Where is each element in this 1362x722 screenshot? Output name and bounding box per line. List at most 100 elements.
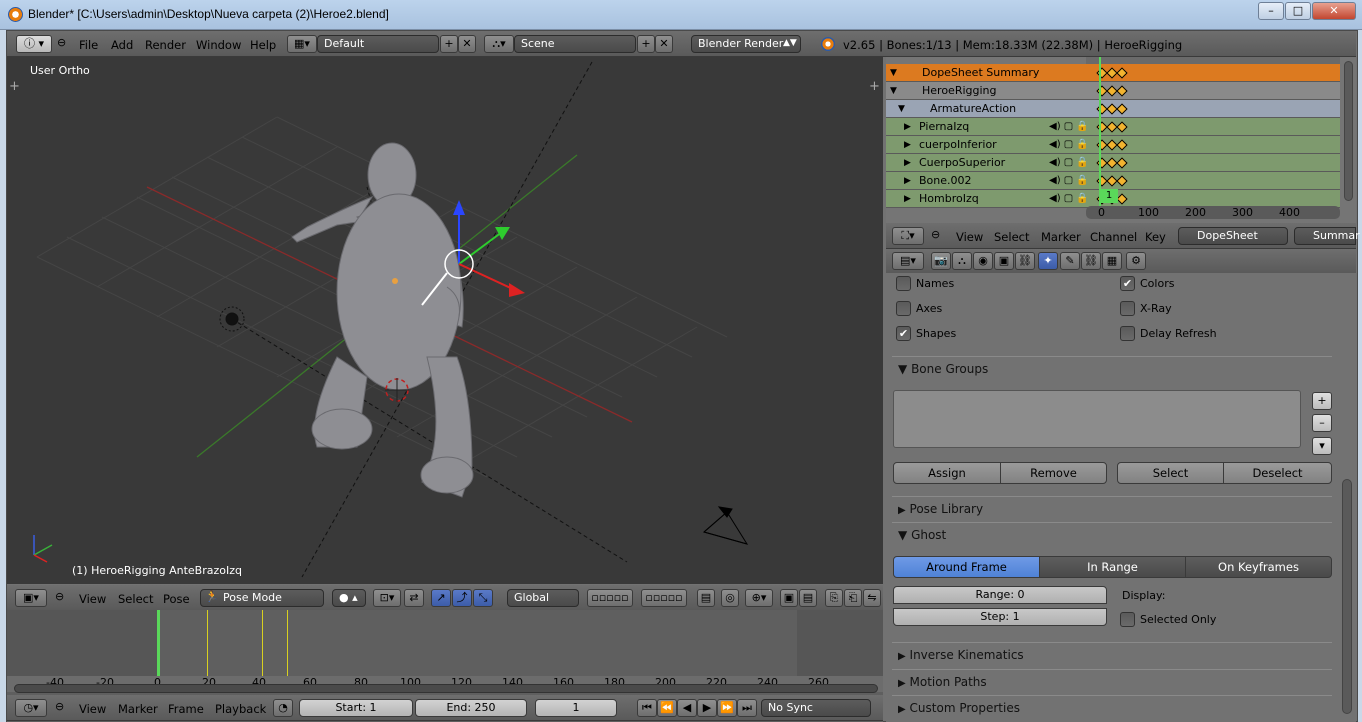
- dopesheet-editor[interactable]: ▼ DopeSheet Summary ▼ HeroeRigging ▼ Armature…: [886, 57, 1356, 223]
- select-button[interactable]: Select: [1117, 462, 1224, 484]
- menu-frame[interactable]: Frame: [168, 702, 204, 716]
- remove-bone-group-icon[interactable]: –: [1312, 414, 1332, 432]
- scene-field[interactable]: Scene: [514, 35, 636, 53]
- render-icon[interactable]: ▣: [780, 589, 798, 607]
- object-tab-icon[interactable]: ▣: [994, 252, 1014, 270]
- rotate-manipulator-icon[interactable]: ⤴: [452, 589, 472, 607]
- layout-add-icon[interactable]: +: [440, 35, 458, 53]
- armature-tab-icon[interactable]: ✦: [1038, 252, 1058, 270]
- sync-select[interactable]: No Sync: [761, 699, 871, 717]
- prev-keyframe-icon[interactable]: ⏪: [657, 699, 677, 717]
- menu-marker[interactable]: Marker: [118, 702, 158, 716]
- bone-constraints-tab-icon[interactable]: ⛓: [1081, 252, 1101, 270]
- selected-only-checkbox[interactable]: [1120, 612, 1135, 627]
- menu-key[interactable]: Key: [1145, 230, 1166, 244]
- menu-add[interactable]: Add: [111, 38, 133, 52]
- jump-start-icon[interactable]: ⏮: [637, 699, 657, 717]
- channel-row[interactable]: ▶ Bone.002 ◀) ▢ 🔒: [886, 172, 1340, 190]
- tool-shelf-expand-icon[interactable]: +: [9, 79, 20, 94]
- menu-marker[interactable]: Marker: [1041, 230, 1081, 244]
- end-frame-field[interactable]: End: 250: [415, 699, 527, 717]
- manipulator-toggle-icon[interactable]: ⇄: [404, 589, 424, 607]
- maximize-button[interactable]: □: [1285, 2, 1311, 20]
- mute-lock-icon[interactable]: ◀) ▢ 🔒: [1049, 118, 1089, 136]
- ghost-in-range-tab[interactable]: In Range: [1039, 556, 1186, 578]
- scene-remove-icon[interactable]: ✕: [655, 35, 673, 53]
- bone-groups-panel-header[interactable]: ▼ Bone Groups: [892, 356, 1332, 380]
- pose-library-panel-header[interactable]: ▶ Pose Library: [892, 496, 1332, 520]
- mute-lock-icon[interactable]: ◀) ▢ 🔒: [1049, 154, 1089, 172]
- close-button[interactable]: ✕: [1312, 2, 1356, 20]
- properties-scrollbar[interactable]: [1342, 479, 1352, 714]
- preview-range-icon[interactable]: ◔: [273, 699, 293, 717]
- keyframe-diamond[interactable]: [1116, 193, 1128, 205]
- menu-channel[interactable]: Channel: [1090, 230, 1137, 244]
- summary-toggle[interactable]: Summar: [1294, 227, 1360, 245]
- translate-manipulator-icon[interactable]: ↗: [431, 589, 451, 607]
- names-checkbox[interactable]: [896, 276, 911, 291]
- mute-lock-icon[interactable]: ◀) ▢ 🔒: [1049, 172, 1089, 190]
- xray-checkbox[interactable]: [1120, 301, 1135, 316]
- ghost-step-field[interactable]: Step: 1: [893, 608, 1107, 626]
- menu-view[interactable]: View: [79, 592, 106, 606]
- ghost-range-field[interactable]: Range: 0: [893, 586, 1107, 604]
- ghost-panel-header[interactable]: ▼ Ghost: [892, 522, 1332, 546]
- collapse-icon[interactable]: ⊖: [55, 590, 64, 603]
- properties-shelf-expand-icon[interactable]: +: [869, 79, 880, 94]
- snap-icon[interactable]: ⊕▾: [745, 589, 773, 607]
- collapse-arrow-icon[interactable]: ▼: [890, 82, 897, 100]
- dopesheet-scrollbar[interactable]: [1344, 61, 1353, 201]
- viewport-3d[interactable]: User Ortho + + (1) HeroeRigging AnteBraz…: [7, 57, 883, 584]
- paste-flipped-icon[interactable]: ⇋: [863, 589, 881, 607]
- constraints-tab-icon[interactable]: ⛓: [1015, 252, 1035, 270]
- layout-remove-icon[interactable]: ✕: [458, 35, 476, 53]
- channel-row[interactable]: ▼ HeroeRigging: [886, 82, 1340, 100]
- motion-paths-panel-header[interactable]: ▶ Motion Paths: [892, 669, 1332, 693]
- expand-icon[interactable]: ▶: [904, 136, 911, 154]
- dopesheet-mode-select[interactable]: DopeSheet: [1178, 227, 1288, 245]
- menu-render[interactable]: Render: [145, 38, 186, 52]
- copy-pose-icon[interactable]: ⎘: [825, 589, 843, 607]
- scene-add-icon[interactable]: +: [637, 35, 655, 53]
- channel-row[interactable]: ▶ cuerpoInferior ◀) ▢ 🔒: [886, 136, 1340, 154]
- scale-manipulator-icon[interactable]: ⤡: [473, 589, 493, 607]
- menu-select[interactable]: Select: [994, 230, 1029, 244]
- next-keyframe-icon[interactable]: ⏩: [717, 699, 737, 717]
- axes-checkbox[interactable]: [896, 301, 911, 316]
- channel-row[interactable]: ▶ CuerpoSuperior ◀) ▢ 🔒: [886, 154, 1340, 172]
- keyframe-diamond[interactable]: [1116, 139, 1128, 151]
- playhead[interactable]: [157, 610, 160, 676]
- collapse-icon[interactable]: ⊖: [931, 228, 940, 241]
- start-frame-field[interactable]: Start: 1: [299, 699, 413, 717]
- keyframe-diamond[interactable]: [1116, 175, 1128, 187]
- bone-group-specials-icon[interactable]: ▾: [1312, 437, 1332, 455]
- render-anim-icon[interactable]: ▤: [799, 589, 817, 607]
- menu-view[interactable]: View: [956, 230, 983, 244]
- minimize-button[interactable]: –: [1258, 2, 1284, 20]
- deselect-button[interactable]: Deselect: [1223, 462, 1332, 484]
- collapse-icon[interactable]: ⊖: [57, 36, 66, 49]
- jump-end-icon[interactable]: ⏭: [737, 699, 757, 717]
- layers-b-icon[interactable]: ▫▫▫▫▫: [641, 589, 687, 607]
- layers-a-icon[interactable]: ▫▫▫▫▫: [587, 589, 633, 607]
- expand-icon[interactable]: ▶: [904, 172, 911, 190]
- render-tab-icon[interactable]: 📷: [931, 252, 951, 270]
- keyframe-diamond[interactable]: [1116, 85, 1128, 97]
- collapse-arrow-icon[interactable]: ▼: [898, 100, 905, 118]
- current-frame-field[interactable]: 1: [535, 699, 617, 717]
- layout-browse-icon[interactable]: ▦▾: [287, 35, 317, 53]
- shading-select[interactable]: ● ▴: [332, 589, 366, 607]
- menu-view[interactable]: View: [79, 702, 106, 716]
- keyframe-diamond[interactable]: [1116, 103, 1128, 115]
- layout-field[interactable]: Default: [317, 35, 439, 53]
- editor-type-timeline-button[interactable]: ◷▾: [15, 699, 47, 717]
- lock-layers-icon[interactable]: ▤: [697, 589, 715, 607]
- menu-playback[interactable]: Playback: [215, 702, 266, 716]
- colors-checkbox[interactable]: ✔: [1120, 276, 1135, 291]
- texture-tab-icon[interactable]: ▦: [1102, 252, 1122, 270]
- world-tab-icon[interactable]: ◉: [973, 252, 993, 270]
- expand-icon[interactable]: ▶: [904, 190, 911, 208]
- timeline-scrollbar[interactable]: [14, 684, 878, 693]
- inverse-kinematics-panel-header[interactable]: ▶ Inverse Kinematics: [892, 642, 1332, 666]
- mute-lock-icon[interactable]: ◀) ▢ 🔒: [1049, 190, 1089, 208]
